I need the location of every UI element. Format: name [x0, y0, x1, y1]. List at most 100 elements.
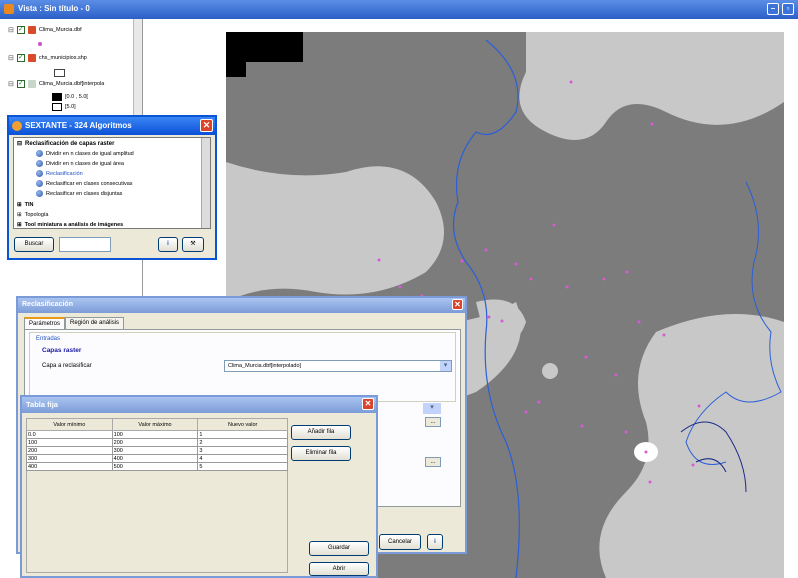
capa-select-value: Clima_Murcia.dbf[interpolado]	[228, 363, 302, 369]
tab-strip: Parámetros Región de análisis	[24, 317, 125, 329]
point-symbol-icon	[38, 42, 42, 46]
help-icon[interactable]: i	[427, 534, 443, 550]
raster-layer-icon	[27, 80, 36, 88]
layer-name: Clima_Murcia.dbf[interpola	[38, 81, 105, 87]
tree-group[interactable]: ⊞ Tool miniatura a análisis de imágenes	[17, 222, 123, 228]
legend-swatch-black	[52, 93, 62, 101]
close-icon[interactable]: ✕	[200, 119, 213, 132]
toc-scrollbar[interactable]	[133, 19, 142, 119]
tree-scrollbar[interactable]	[201, 138, 210, 228]
table-row[interactable]: 0.0 100 1	[26, 430, 288, 439]
tab-region-analisis[interactable]: Región de análisis	[65, 317, 125, 329]
open-button[interactable]: Abrir	[309, 562, 369, 576]
point-layer-icon	[27, 26, 36, 34]
close-icon[interactable]: ✕	[362, 398, 374, 410]
table-cell[interactable]: 100	[111, 430, 199, 439]
tree-group[interactable]: ⊞ TIN	[17, 202, 33, 208]
tree-item-selected[interactable]: Reclasificación	[36, 170, 83, 177]
algorithm-icon	[36, 150, 43, 157]
tools-icon[interactable]: ⚒	[182, 237, 204, 252]
browse-button[interactable]: ...	[425, 417, 441, 427]
collapse-icon[interactable]: ⊟	[8, 80, 14, 88]
search-button[interactable]: Buscar	[14, 237, 54, 252]
chevron-down-icon[interactable]: ▾	[440, 361, 451, 371]
main-window-titlebar: Vista : Sin título - 0 – ▫	[0, 0, 798, 19]
layer-name: chs_municipios.shp	[38, 55, 87, 61]
table-cell[interactable]: 5	[197, 462, 288, 471]
table-cell[interactable]: 400	[111, 454, 199, 463]
table-row[interactable]: 300 400 4	[26, 454, 288, 463]
table-cell[interactable]: 0.0	[26, 430, 113, 439]
cancel-button[interactable]: Cancelar	[379, 534, 421, 550]
table-cell[interactable]: 300	[111, 446, 199, 455]
polygon-layer-icon	[27, 54, 36, 62]
dialog-title: Tabla fija	[26, 400, 58, 409]
add-row-button[interactable]: Añadir fila	[291, 425, 351, 440]
tree-group[interactable]: ⊞ Topología	[17, 212, 48, 218]
capa-a-reclasificar-label: Capa a reclasificar	[42, 363, 92, 369]
table-row[interactable]: 200 300 3	[26, 446, 288, 455]
table-cell[interactable]: 200	[111, 438, 199, 447]
save-button[interactable]: Guardar	[309, 541, 369, 556]
legend-label: [5.0]	[65, 104, 76, 110]
gvsig-app-icon	[4, 4, 14, 14]
tree-item[interactable]: Reclasificar en clases consecutivas	[36, 180, 133, 187]
reclass-table[interactable]: Valor mínimo Valor máximo Nuevo valor 0.…	[26, 418, 288, 471]
window-title: Vista : Sin título - 0	[18, 4, 90, 13]
capa-select[interactable]: Clima_Murcia.dbf[interpolado] ▾	[224, 360, 452, 372]
table-cell[interactable]: 100	[26, 438, 113, 447]
entradas-label: Entradas	[36, 336, 61, 342]
tree-item[interactable]: Reclasificar en clases disjuntas	[36, 190, 122, 197]
toc-layer-municipios[interactable]: ⊟ ✓ chs_municipios.shp	[8, 51, 87, 65]
table-cell[interactable]: 3	[197, 446, 288, 455]
column-header[interactable]: Valor máximo	[111, 418, 199, 431]
reclasificacion-titlebar: Reclasificación ✕	[18, 298, 465, 313]
layer-visible-checkbox[interactable]: ✓	[16, 80, 25, 88]
table-cell[interactable]: 200	[26, 446, 113, 455]
algorithm-icon	[36, 160, 43, 167]
minimize-icon[interactable]: –	[767, 3, 779, 15]
layer-visible-checkbox[interactable]: ✓	[16, 54, 25, 62]
chevron-down-icon[interactable]: ▾	[423, 403, 441, 414]
expand-icon[interactable]: ⊞	[17, 212, 22, 218]
maximize-icon[interactable]: ▫	[782, 3, 794, 15]
tab-parametros[interactable]: Parámetros	[24, 317, 66, 329]
close-icon[interactable]: ✕	[452, 299, 463, 310]
layer-visible-checkbox[interactable]: ✓	[16, 26, 25, 34]
sextante-titlebar: SEXTANTE - 324 Algoritmos ✕	[9, 117, 215, 135]
info-icon[interactable]: i	[158, 237, 178, 252]
collapse-icon[interactable]: ⊟	[17, 140, 22, 147]
algorithm-tree[interactable]: ⊟ Reclasificación de capas raster Dividi…	[13, 137, 211, 229]
table-cell[interactable]: 300	[26, 454, 113, 463]
table-cell[interactable]: 4	[197, 454, 288, 463]
table-row[interactable]: 100 200 2	[26, 438, 288, 447]
legend-label: [0.0 , 5.0[	[65, 94, 88, 100]
tree-item[interactable]: Dividir en n clases de igual amplitud	[36, 150, 134, 157]
tree-group-reclasificacion[interactable]: ⊟ Reclasificación de capas raster	[17, 140, 114, 148]
column-header[interactable]: Nuevo valor	[197, 418, 288, 431]
collapse-icon[interactable]: ⊟	[8, 26, 14, 34]
toc-layer-clima[interactable]: ⊟ ✓ Clima_Murcia.dbf	[8, 23, 82, 37]
algorithm-icon	[36, 180, 43, 187]
table-cell[interactable]: 400	[26, 462, 113, 471]
algorithm-icon	[36, 190, 43, 197]
entradas-group: Entradas Capas raster Capa a reclasifica…	[29, 332, 456, 402]
collapse-icon[interactable]: ⊟	[8, 54, 14, 62]
tree-item[interactable]: Dividir en n clases de igual área	[36, 160, 124, 167]
delete-row-button[interactable]: Eliminar fila	[291, 446, 351, 461]
table-row[interactable]: 400 500 5	[26, 462, 288, 471]
polygon-symbol-icon	[54, 69, 65, 77]
expand-icon[interactable]: ⊞	[17, 202, 22, 208]
table-cell[interactable]: 1	[197, 430, 288, 439]
expand-icon[interactable]: ⊞	[17, 222, 22, 228]
search-input[interactable]	[59, 237, 111, 252]
browse-button[interactable]: ...	[425, 457, 441, 467]
tabla-fija-dialog: Tabla fija ✕ Valor mínimo Valor máximo N…	[20, 395, 378, 578]
toc-layer-interpolado[interactable]: ⊟ ✓ Clima_Murcia.dbf[interpola	[8, 77, 104, 91]
table-header-row: Valor mínimo Valor máximo Nuevo valor	[26, 418, 288, 431]
column-header[interactable]: Valor mínimo	[26, 418, 113, 431]
table-cell[interactable]: 500	[111, 462, 199, 471]
capas-raster-label: Capas raster	[42, 347, 82, 354]
table-cell[interactable]: 2	[197, 438, 288, 447]
sextante-window: SEXTANTE - 324 Algoritmos ✕ ⊟ Reclasific…	[7, 115, 217, 260]
